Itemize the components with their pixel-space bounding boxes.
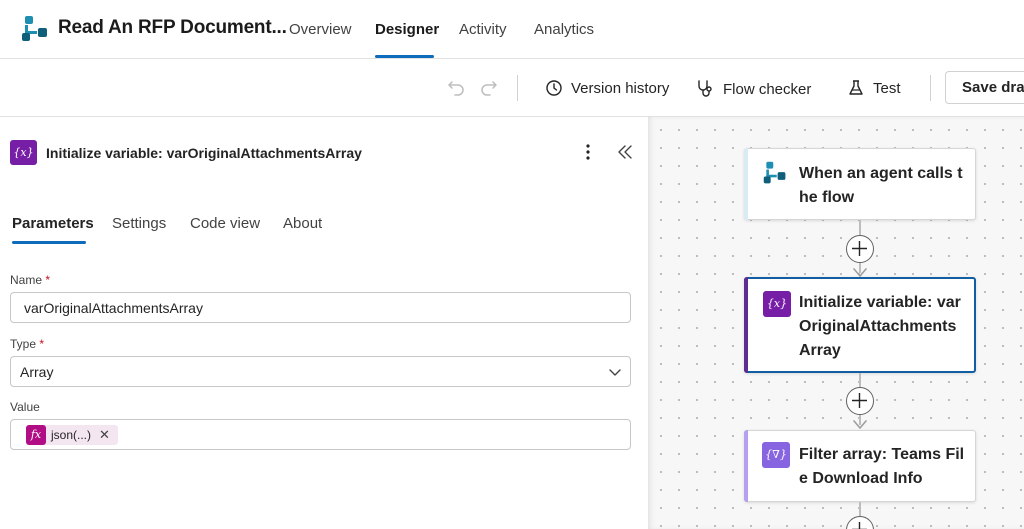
toolbar-divider (517, 75, 518, 101)
flow-agent-icon (22, 16, 47, 41)
action-details-panel: {x} Initialize variable: varOriginalAtta… (0, 117, 648, 529)
plus-icon (852, 522, 867, 529)
tab-settings[interactable]: Settings (112, 215, 166, 232)
connector-line (859, 373, 861, 388)
redo-icon[interactable] (479, 77, 499, 97)
panel-title: Initialize variable: varOriginalAttachme… (46, 145, 362, 161)
version-history-label: Version history (571, 79, 670, 97)
tab-code-view[interactable]: Code view (190, 215, 260, 232)
expression-token[interactable]: fx json(...) ✕ (26, 425, 118, 445)
name-label-text: Name (10, 273, 43, 287)
tab-parameters[interactable]: Parameters (12, 215, 94, 232)
undo-icon[interactable] (446, 77, 466, 97)
name-field-label: Name * (10, 273, 50, 287)
type-dropdown[interactable]: Array (10, 356, 631, 387)
flask-icon (849, 80, 863, 95)
node-accent-bar (744, 430, 748, 502)
add-step-button[interactable] (846, 235, 874, 263)
add-step-button[interactable] (846, 387, 874, 415)
toolbar: Version history Flow checker Test Save d… (0, 59, 1024, 117)
tab-about[interactable]: About (283, 215, 322, 232)
function-icon: fx (26, 425, 46, 445)
node-title: Initialize variable: varOriginalAttachme… (799, 294, 961, 359)
tab-overview[interactable]: Overview (289, 21, 352, 38)
test-button[interactable]: Test (847, 79, 901, 97)
toolbar-divider (930, 75, 931, 101)
active-panel-tab-indicator (12, 241, 86, 244)
tab-analytics[interactable]: Analytics (534, 21, 594, 38)
node-accent-bar (744, 148, 748, 220)
remove-token-icon[interactable]: ✕ (99, 427, 110, 443)
node-title: When an agent calls the flow (799, 165, 963, 206)
value-field-label: Value (10, 400, 40, 414)
chevron-down-icon (609, 369, 621, 376)
tab-designer[interactable]: Designer (375, 21, 439, 38)
node-title: Filter array: Teams File Download Info (799, 446, 965, 487)
collapse-panel-icon[interactable] (616, 143, 634, 161)
flow-checker-label: Flow checker (723, 80, 812, 98)
stethoscope-icon (698, 80, 712, 97)
history-icon (546, 80, 562, 96)
expression-token-label: json(...) (51, 428, 92, 442)
flow-node-trigger[interactable]: When an agent calls the flow (744, 148, 976, 220)
node-accent-bar (744, 277, 748, 373)
agent-trigger-icon (763, 161, 786, 184)
required-mark: * (45, 273, 51, 287)
type-label-text: Type (10, 337, 37, 351)
type-selected-value: Array (20, 364, 54, 380)
name-input[interactable]: varOriginalAttachmentsArray (10, 292, 631, 323)
variable-icon: {x} (10, 140, 37, 165)
add-step-button[interactable] (846, 516, 874, 529)
plus-icon (852, 241, 867, 256)
filter-variable-icon: {∇} (762, 442, 790, 468)
connector-line (859, 502, 861, 517)
required-mark: * (39, 337, 45, 351)
more-options-icon[interactable] (580, 142, 596, 162)
flow-node-initialize-variable[interactable]: {x} Initialize variable: varOriginalAtta… (744, 277, 976, 373)
app-header: Read An RFP Document... Overview Designe… (0, 0, 1024, 59)
active-tab-indicator (375, 55, 434, 58)
save-draft-button[interactable]: Save draft (945, 71, 1024, 104)
plus-icon (852, 393, 867, 408)
tab-activity[interactable]: Activity (459, 21, 507, 38)
version-history-button[interactable]: Version history (545, 79, 669, 97)
flow-checker-button[interactable]: Flow checker (695, 79, 811, 99)
type-field-label: Type * (10, 337, 44, 351)
value-input[interactable]: fx json(...) ✕ (10, 419, 631, 450)
variable-icon: {x} (763, 291, 791, 317)
arrow-down-icon (853, 420, 867, 429)
app-title: Read An RFP Document... (58, 17, 287, 38)
connector-line (859, 220, 861, 236)
flow-node-filter-array[interactable]: {∇} Filter array: Teams File Download In… (744, 430, 976, 502)
flow-canvas[interactable]: When an agent calls the flow {x} Initial… (648, 117, 1024, 529)
test-label: Test (873, 79, 901, 97)
